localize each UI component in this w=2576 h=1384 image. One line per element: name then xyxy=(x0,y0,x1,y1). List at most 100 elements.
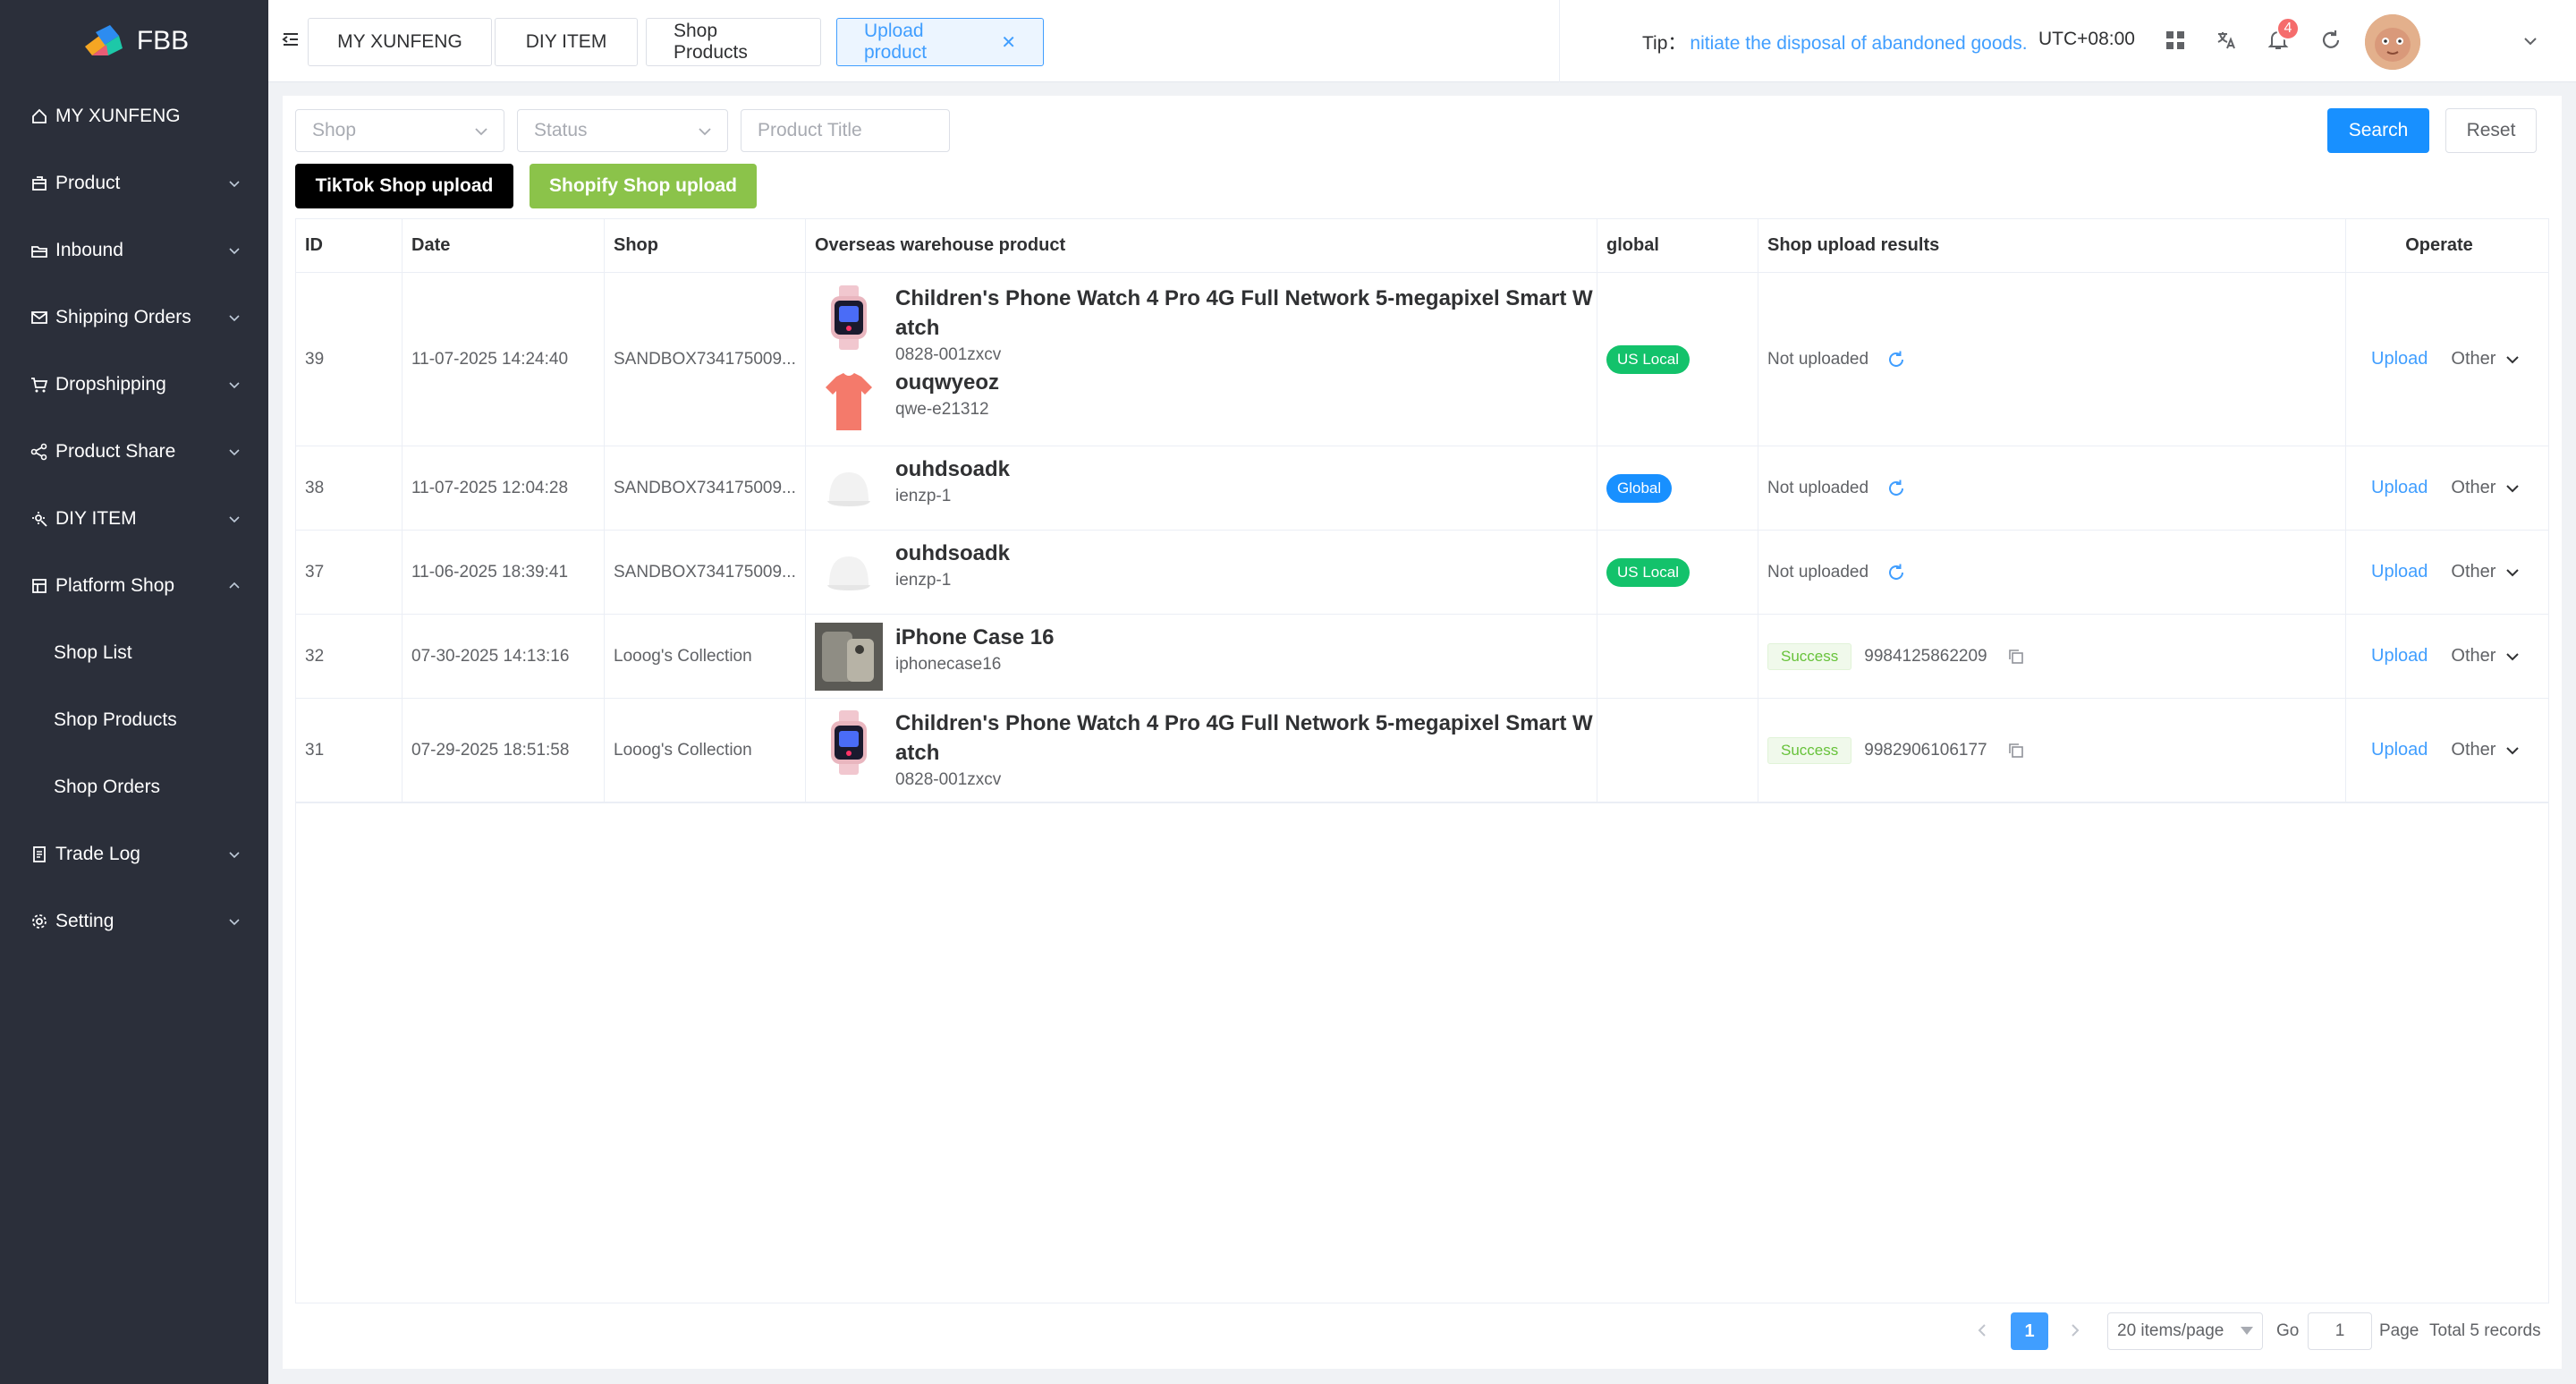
status-select[interactable]: Status xyxy=(517,109,728,152)
prev-page-icon[interactable] xyxy=(1973,1321,1991,1339)
copy-icon[interactable] xyxy=(2007,648,2025,666)
col-product: Overseas warehouse product xyxy=(806,219,1597,272)
upload-link[interactable]: Upload xyxy=(2371,740,2428,760)
table-row: 39 11-07-2025 14:24:40 SANDBOX734175009...… xyxy=(296,273,2548,446)
search-button[interactable]: Search xyxy=(2327,108,2429,153)
cell-operate: Upload Other xyxy=(2346,273,2532,446)
sidebar-item-platform-shop[interactable]: Platform Shop xyxy=(0,552,268,619)
tab-label: Shop Products xyxy=(674,21,748,63)
sidebar-subitem-shop-orders[interactable]: Shop Orders xyxy=(0,753,268,820)
reset-button[interactable]: Reset xyxy=(2445,108,2537,153)
sidebar-item-setting[interactable]: Setting xyxy=(0,887,268,955)
cell-result: Success 9984125862209 xyxy=(1758,615,2346,698)
other-label: Other xyxy=(2451,562,2496,582)
upload-link[interactable]: Upload xyxy=(2371,562,2428,582)
shopify-upload-button[interactable]: Shopify Shop upload xyxy=(530,164,757,208)
product-title[interactable]: iPhone Case 16 xyxy=(895,623,1602,652)
table-row: 31 07-29-2025 18:51:58 Looog's Collection C… xyxy=(296,699,2548,802)
page-size-select[interactable]: 20 items/page xyxy=(2107,1312,2263,1350)
page-label: Page xyxy=(2379,1321,2419,1340)
product-title[interactable]: ouhdsoadk xyxy=(895,454,1602,484)
tip-link[interactable]: nitiate the disposal of abandoned goods. xyxy=(1690,33,2027,54)
tab-label: MY XUNFENG xyxy=(337,31,462,52)
upload-link[interactable]: Upload xyxy=(2371,349,2428,369)
table-header: ID Date Shop Overseas warehouse product … xyxy=(296,219,2548,273)
upload-link[interactable]: Upload xyxy=(2371,646,2428,667)
close-tab-icon[interactable]: ✕ xyxy=(1001,31,1016,54)
global-tag: US Local xyxy=(1606,557,1690,587)
cell-shop: Looog's Collection xyxy=(605,699,806,802)
next-page-icon[interactable] xyxy=(2066,1321,2084,1339)
timezone: UTC+08:00 xyxy=(2038,29,2135,49)
product-title[interactable]: ouhdsoadk xyxy=(895,539,1602,568)
cell-product: Children's Phone Watch 4 Pro 4G Full Net… xyxy=(806,273,1597,446)
page-number[interactable]: 1 xyxy=(2011,1312,2048,1350)
sidebar-item-dropshipping[interactable]: Dropshipping xyxy=(0,351,268,418)
cell-product: ouhdsoadk ienzp-1 xyxy=(806,446,1597,530)
chevron-down-icon xyxy=(229,247,240,254)
not-uploaded-text: Not uploaded xyxy=(1767,562,1869,582)
cell-id: 31 xyxy=(296,699,402,802)
table-row: 32 07-30-2025 14:13:16 Looog's Collection i… xyxy=(296,615,2548,699)
total-records: Total 5 records xyxy=(2429,1321,2541,1340)
copy-icon[interactable] xyxy=(2007,742,2025,760)
sidebar-item-label: MY XUNFENG xyxy=(55,105,181,126)
product-title[interactable]: ouqwyeoz xyxy=(895,368,1602,397)
sidebar-item-trade-log[interactable]: Trade Log xyxy=(0,820,268,887)
sidebar-nav: MY XUNFENG Product Inbound Shipping Orders D… xyxy=(0,82,268,955)
sidebar-item-product[interactable]: Product xyxy=(0,149,268,217)
result-id: 9982906106177 xyxy=(1864,740,1987,760)
sidebar-item-diy-item[interactable]: DIY ITEM xyxy=(0,485,268,552)
logo-icon xyxy=(84,25,123,55)
other-dropdown[interactable]: Other xyxy=(2451,740,2521,760)
sidebar-item-inbound[interactable]: Inbound xyxy=(0,217,268,284)
product-title-input[interactable]: Product Title xyxy=(741,109,950,152)
shop-select[interactable]: Shop xyxy=(295,109,504,152)
cell-operate: Upload Other xyxy=(2346,615,2532,698)
retry-icon[interactable] xyxy=(1886,479,1906,498)
collapse-menu-icon[interactable] xyxy=(281,30,301,49)
global-tag: US Local xyxy=(1606,344,1690,374)
table-row: 37 11-06-2025 18:39:41 SANDBOX734175009...… xyxy=(296,531,2548,615)
product-title[interactable]: Children's Phone Watch 4 Pro 4G Full Net… xyxy=(895,709,1602,768)
sidebar-subitem-shop-list[interactable]: Shop List xyxy=(0,619,268,686)
sidebar-subitem-shop-products[interactable]: Shop Products xyxy=(0,686,268,753)
chevron-down-icon xyxy=(229,180,240,187)
other-dropdown[interactable]: Other xyxy=(2451,646,2521,667)
tab-diy-item[interactable]: DIY ITEM xyxy=(495,18,638,66)
col-results: Shop upload results xyxy=(1758,219,2346,272)
other-dropdown[interactable]: Other xyxy=(2451,349,2521,369)
product-sku: ienzp-1 xyxy=(895,486,952,505)
goto-page-input[interactable]: 1 xyxy=(2308,1312,2372,1350)
product-thumbnail xyxy=(815,368,883,436)
translate-icon[interactable] xyxy=(2215,29,2238,52)
chevron-down-icon xyxy=(2506,568,2520,576)
share-icon xyxy=(29,441,50,463)
cell-product: Children's Phone Watch 4 Pro 4G Full Net… xyxy=(806,699,1597,802)
other-dropdown[interactable]: Other xyxy=(2451,478,2521,498)
chevron-down-icon xyxy=(2506,652,2520,660)
chevron-down-icon[interactable] xyxy=(2521,32,2539,50)
tab-upload-product[interactable]: Upload product ✕ xyxy=(836,18,1044,66)
cell-date: 11-07-2025 14:24:40 xyxy=(402,273,605,446)
chevron-down-icon xyxy=(229,515,240,522)
upload-link[interactable]: Upload xyxy=(2371,478,2428,498)
sidebar-item-my-xunfeng[interactable]: MY XUNFENG xyxy=(0,82,268,149)
other-dropdown[interactable]: Other xyxy=(2451,562,2521,582)
tab-my-xunfeng[interactable]: MY XUNFENG xyxy=(308,18,492,66)
retry-icon[interactable] xyxy=(1886,563,1906,582)
product-title[interactable]: Children's Phone Watch 4 Pro 4G Full Net… xyxy=(895,284,1602,343)
retry-icon[interactable] xyxy=(1886,350,1906,369)
sidebar-item-shipping-orders[interactable]: Shipping Orders xyxy=(0,284,268,351)
table-body: 39 11-07-2025 14:24:40 SANDBOX734175009...… xyxy=(296,273,2548,802)
apps-grid-icon[interactable] xyxy=(2164,29,2187,52)
tiktok-upload-button[interactable]: TikTok Shop upload xyxy=(295,164,513,208)
tab-shop-products[interactable]: Shop Products xyxy=(646,18,821,66)
table-row: 38 11-07-2025 12:04:28 SANDBOX734175009...… xyxy=(296,446,2548,531)
log-icon xyxy=(29,844,50,865)
refresh-icon[interactable] xyxy=(2319,29,2343,52)
avatar[interactable] xyxy=(2365,14,2420,70)
logo[interactable]: FBB xyxy=(0,0,268,82)
sidebar-item-product-share[interactable]: Product Share xyxy=(0,418,268,485)
cell-shop: SANDBOX734175009... xyxy=(605,446,806,530)
